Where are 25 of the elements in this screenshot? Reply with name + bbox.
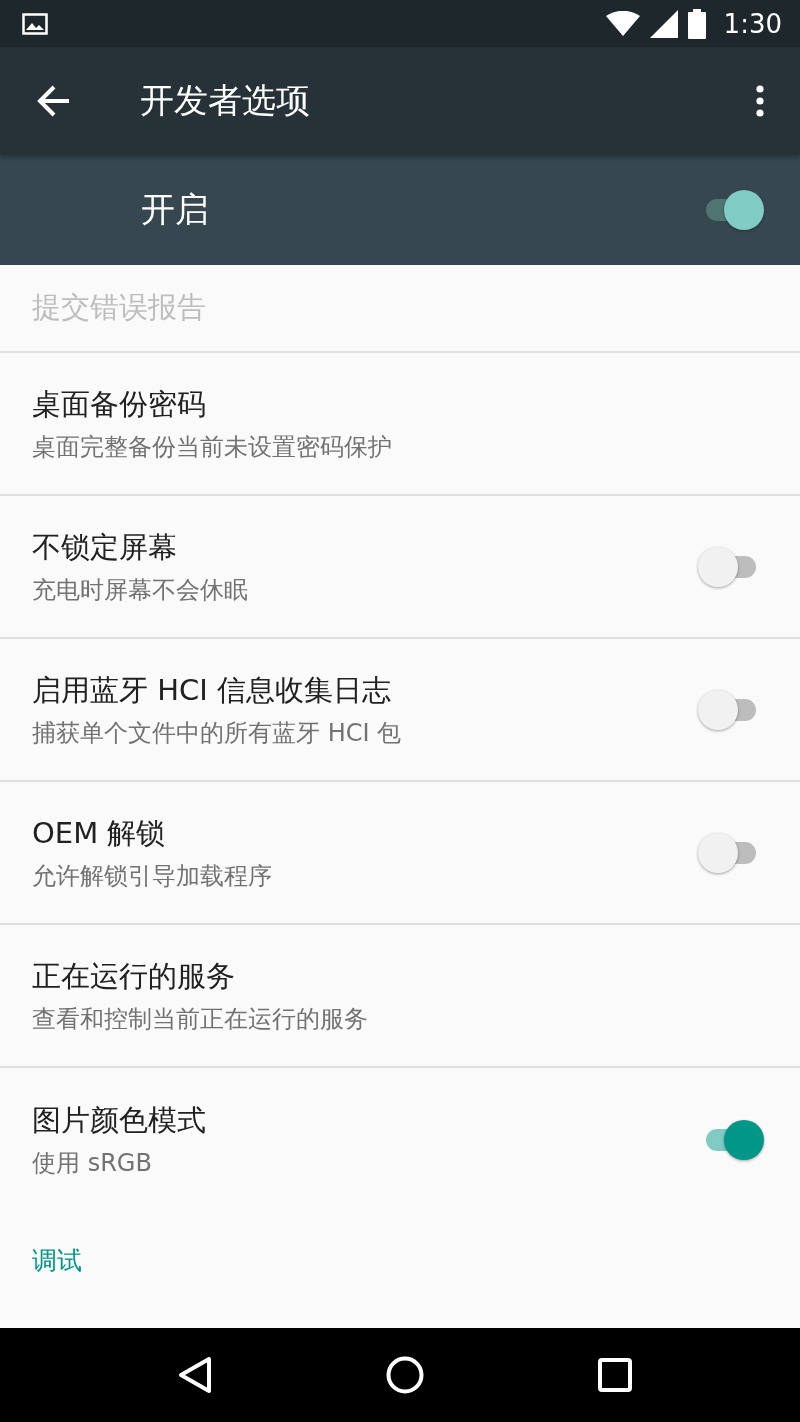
- home-circle-icon: [386, 1356, 424, 1394]
- setting-title[interactable]: 桌面备份密码: [32, 384, 766, 425]
- setting-title[interactable]: 正在运行的服务: [32, 956, 766, 997]
- recents-square-icon: [598, 1358, 632, 1392]
- setting-summary: 使用 sRGB: [32, 1147, 153, 1179]
- back-triangle-icon: [178, 1356, 212, 1394]
- screen-title: 开发者选项: [140, 79, 311, 122]
- signal-icon: [649, 9, 678, 38]
- status-time: 1:30: [723, 8, 782, 39]
- back-arrow-icon: [37, 85, 71, 117]
- setting-title[interactable]: 图片颜色模式: [32, 1100, 698, 1141]
- picture-icon: [22, 12, 48, 35]
- master-switch-label: 开启: [141, 188, 210, 231]
- setting-title[interactable]: 不锁定屏幕: [32, 527, 698, 568]
- setting-summary: 充电时屏幕不会休眠: [32, 574, 249, 606]
- setting-summary: 捕获单个文件中的所有蓝牙 HCI 包: [32, 717, 403, 749]
- setting-summary: 允许解锁引导加载程序: [32, 860, 273, 892]
- setting-title[interactable]: 启用蓝牙 HCI 信息收集日志: [32, 670, 698, 711]
- setting-summary: 桌面完整备份当前未设置密码保护: [32, 431, 393, 463]
- category-header: 调试: [32, 1245, 82, 1277]
- setting-summary: 查看和控制当前正在运行的服务: [32, 1003, 369, 1035]
- more-options-icon: [756, 85, 764, 117]
- wifi-icon: [605, 10, 640, 37]
- battery-icon: [687, 8, 706, 39]
- setting-title[interactable]: OEM 解锁: [32, 813, 698, 854]
